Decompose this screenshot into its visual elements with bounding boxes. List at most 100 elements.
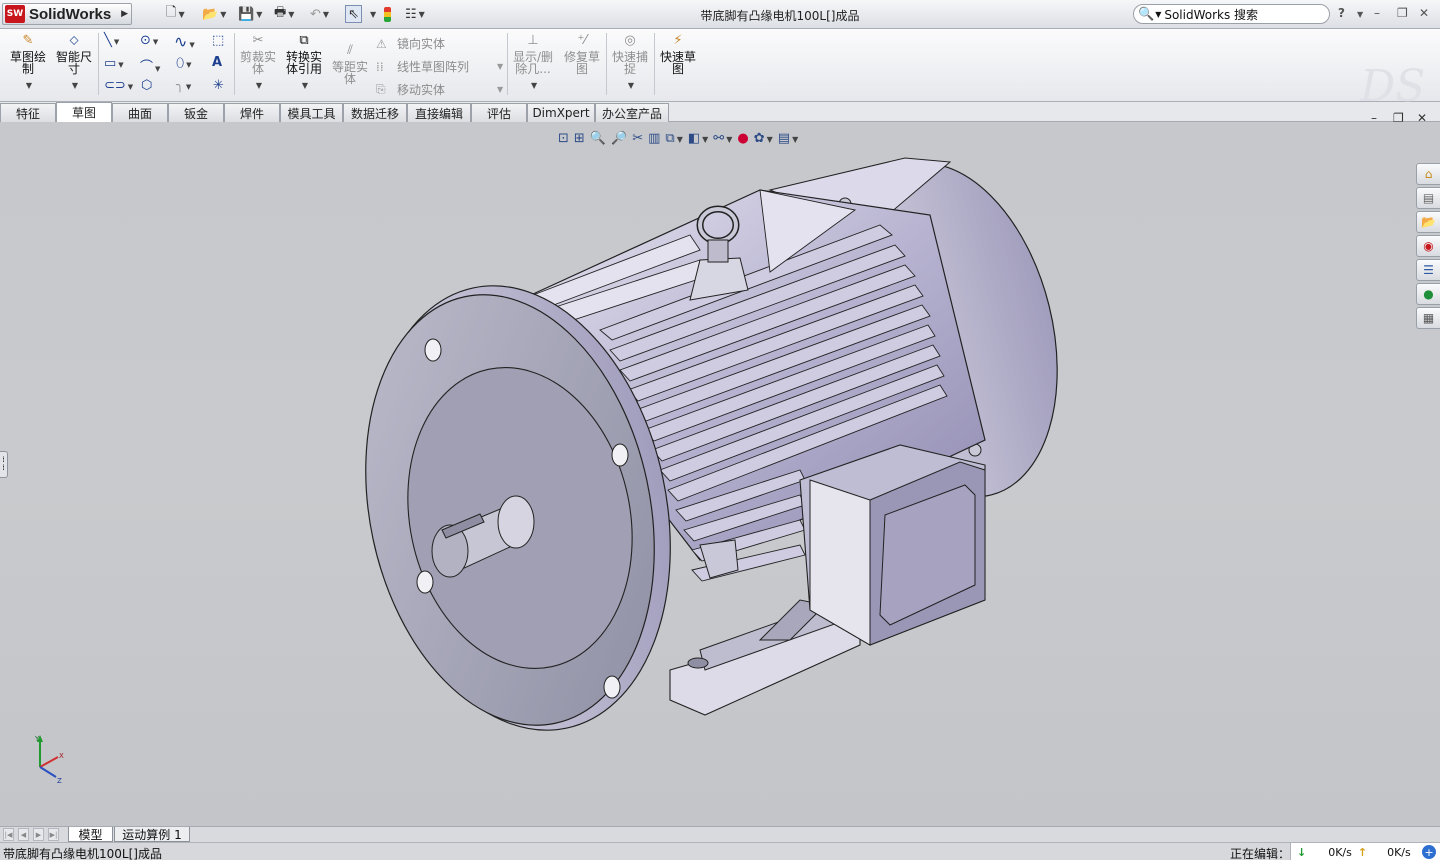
quick-snaps-button[interactable]: ◎ 快速捕 捉 ▼ — [612, 33, 648, 92]
chevron-down-icon[interactable]: ▼ — [128, 83, 133, 91]
file-explorer-icon[interactable]: 📂 — [1416, 211, 1440, 233]
chevron-down-icon[interactable]: ▼ — [118, 61, 123, 69]
text-button[interactable]: A — [212, 55, 222, 70]
tab-office-products[interactable]: 办公室产品 — [595, 103, 669, 122]
help-button[interactable]: ? — [1338, 6, 1345, 20]
chevron-down-icon[interactable]: ▼ — [189, 41, 194, 49]
chevron-down-icon[interactable]: ▼ — [1357, 10, 1363, 19]
mirror-entities-button[interactable]: ⚠ 镜向实体 — [376, 35, 445, 52]
apply-scene-icon[interactable]: ✿ ▼ — [754, 131, 773, 146]
previous-view-icon[interactable]: 🔎 — [611, 131, 627, 146]
menu-arrow-icon[interactable]: ▶ — [121, 9, 128, 19]
select-button[interactable]: ⇖ — [345, 5, 362, 23]
search-box[interactable]: 🔍 ▼ SolidWorks 搜索 — [1133, 4, 1330, 24]
chevron-down-icon[interactable]: ▼ — [186, 83, 191, 91]
view-palette-icon[interactable]: ☰ — [1416, 259, 1440, 281]
zoom-in-icon[interactable]: 🔍 — [590, 131, 606, 146]
chevron-down-icon[interactable]: ▼ — [531, 80, 537, 92]
feature-manager-toggle[interactable]: ⁞ ⁞ — [0, 451, 8, 478]
close-icon[interactable]: ✕ — [1419, 6, 1429, 20]
chevron-down-icon[interactable]: ▼ — [153, 38, 158, 46]
restore-icon[interactable]: ❐ — [1397, 6, 1408, 20]
last-tab-icon[interactable]: ▶| — [48, 828, 59, 841]
custom-properties-icon[interactable]: ▦ — [1416, 307, 1440, 329]
fillet-button[interactable]: ╮ ▼ — [176, 78, 191, 93]
rebuild-button[interactable] — [384, 5, 391, 23]
chevron-down-icon[interactable]: ▼ — [26, 80, 32, 92]
smart-dimension-button[interactable]: ⬦ 智能尺 寸 ▼ — [56, 33, 92, 92]
display-relations-button[interactable]: ⊥ 显示/删 除几... ▼ — [513, 33, 553, 92]
motor-3d-model[interactable] — [360, 150, 1060, 735]
construction-geometry-button[interactable]: ⬚ — [212, 33, 224, 48]
tab-weldments[interactable]: 焊件 — [224, 103, 280, 122]
viewport-restore-icon[interactable]: ❐ — [1393, 111, 1404, 125]
print-button[interactable]: 🖶 ▼ — [274, 5, 294, 23]
tab-dimxpert[interactable]: DimXpert — [527, 103, 595, 122]
polygon-button[interactable]: ⬡ — [141, 78, 152, 93]
display-style-icon[interactable]: ◧ ▼ — [688, 131, 708, 146]
chevron-down-icon[interactable]: ▼ — [220, 10, 226, 19]
options-button[interactable]: ☷ ▼ — [405, 5, 425, 23]
chevron-down-icon[interactable]: ▼ — [155, 65, 160, 73]
first-tab-icon[interactable]: |◀ — [3, 828, 14, 841]
view-orientation-icon[interactable]: ⧉ ▼ — [665, 131, 682, 146]
chevron-down-icon[interactable]: ▼ — [256, 80, 262, 92]
line-button[interactable]: ╲ ▼ — [104, 33, 119, 48]
tab-motion-study-1[interactable]: 运动算例 1 — [114, 827, 190, 842]
section-view-icon[interactable]: ✂ — [632, 131, 643, 146]
chevron-down-icon[interactable]: ▼ — [323, 10, 329, 19]
circle-button[interactable]: ⊙ ▼ — [140, 33, 158, 48]
chevron-down-icon[interactable]: ▼ — [302, 80, 308, 92]
search-input[interactable]: SolidWorks 搜索 — [1164, 6, 1258, 23]
design-library-icon[interactable]: ▤ — [1416, 187, 1440, 209]
tab-data-migration[interactable]: 数据迁移 — [343, 103, 407, 122]
tab-sheet-metal[interactable]: 钣金 — [168, 103, 224, 122]
undo-button[interactable]: ↶ ▼ — [310, 5, 329, 23]
dynamic-annotation-icon[interactable]: ▥ — [648, 131, 660, 146]
ellipse-button[interactable]: ⬯ ▼ — [176, 56, 192, 71]
search-results-icon[interactable]: ◉ — [1416, 235, 1440, 257]
home-icon[interactable]: ⌂ — [1416, 163, 1440, 185]
chevron-down-icon[interactable]: ▼ — [186, 61, 191, 69]
linear-pattern-button[interactable]: ⁞⁞ 线性草图阵列 — [376, 58, 469, 75]
tab-surfaces[interactable]: 曲面 — [112, 103, 168, 122]
select-dropdown[interactable]: ▼ — [368, 5, 376, 23]
spline-button[interactable]: ∿ ▼ — [174, 32, 195, 51]
appearances-icon[interactable]: ● — [1416, 283, 1440, 305]
chevron-down-icon[interactable]: ▼ — [288, 10, 294, 19]
arc-button[interactable]: ⌒ ▼ — [140, 56, 160, 75]
chevron-down-icon[interactable]: ▼ — [497, 85, 503, 94]
rectangle-button[interactable]: ▭ ▼ — [104, 56, 124, 71]
next-tab-icon[interactable]: ▶ — [33, 828, 44, 841]
new-document-button[interactable]: 🗋 ▼ — [166, 5, 185, 23]
tab-evaluate[interactable]: 评估 — [471, 103, 527, 122]
open-button[interactable]: 📂 ▼ — [202, 5, 226, 23]
tab-features[interactable]: 特征 — [0, 103, 56, 122]
solidworks-menu-button[interactable]: SW SolidWorks ▶ — [2, 3, 132, 25]
zoom-to-fit-icon[interactable]: ⊡ — [558, 131, 569, 146]
view-settings-icon[interactable]: ▤ ▼ — [778, 131, 798, 146]
chevron-down-icon[interactable]: ▼ — [114, 38, 119, 46]
tab-direct-editing[interactable]: 直接编辑 — [407, 103, 471, 122]
chevron-down-icon[interactable]: ▼ — [178, 10, 184, 19]
minimize-icon[interactable]: – — [1374, 6, 1380, 20]
viewport-close-icon[interactable]: ✕ — [1417, 111, 1427, 125]
chevron-down-icon[interactable]: ▼ — [628, 80, 634, 92]
convert-entities-button[interactable]: ⧉ 转换实 体引用 ▼ — [286, 33, 322, 92]
viewport-minimize-icon[interactable]: – — [1371, 111, 1377, 125]
move-entities-button[interactable]: ⎘ 移动实体 — [376, 81, 445, 98]
add-icon[interactable]: + — [1422, 845, 1436, 859]
zoom-to-area-icon[interactable]: ⊞ — [574, 131, 585, 146]
slot-button[interactable]: ⊂⊃ ▼ — [104, 78, 133, 93]
edit-appearance-icon[interactable]: ● — [737, 131, 748, 146]
chevron-down-icon[interactable]: ▼ — [497, 62, 503, 71]
offset-entities-button[interactable]: ⫽ 等距实 体 — [332, 43, 368, 85]
tab-model[interactable]: 模型 — [68, 827, 113, 842]
previous-tab-icon[interactable]: ◀ — [18, 828, 29, 841]
chevron-down-icon[interactable]: ▼ — [256, 10, 262, 19]
tab-mold-tools[interactable]: 模具工具 — [280, 103, 343, 122]
sketch-button[interactable]: ✎ 草图绘 制 ▼ — [10, 33, 46, 92]
rapid-sketch-button[interactable]: ⚡ 快速草 图 — [660, 33, 696, 75]
chevron-down-icon[interactable]: ▼ — [1155, 10, 1161, 19]
trim-button[interactable]: ✂ 剪裁实 体 ▼ — [240, 33, 276, 92]
